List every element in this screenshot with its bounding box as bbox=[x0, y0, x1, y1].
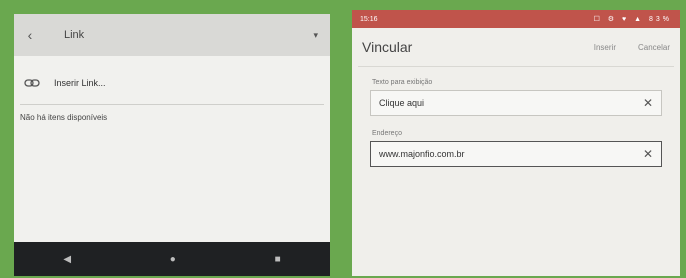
display-text-value: Clique aqui bbox=[379, 98, 425, 108]
insert-button[interactable]: Inserir bbox=[594, 43, 616, 52]
nav-recent-icon[interactable]: ■ bbox=[275, 254, 281, 265]
status-bar: 15:16 ☐ ⚙ ♥ ▲ 83% bbox=[352, 10, 680, 28]
link-dialog-screen: 15:16 ☐ ⚙ ♥ ▲ 83% Vincular Inserir Cance… bbox=[352, 10, 680, 276]
link-panel-title: Link bbox=[64, 29, 85, 41]
address-label: Endereço bbox=[372, 130, 402, 137]
display-text-label: Texto para exibição bbox=[372, 79, 433, 86]
divider bbox=[358, 66, 674, 67]
address-field[interactable]: www.majonfio.com.br ✕ bbox=[370, 141, 662, 167]
back-icon[interactable]: ‹ bbox=[14, 27, 46, 43]
insert-link-button[interactable]: Inserir Link... bbox=[14, 68, 330, 98]
link-panel-screen: ‹ Link ▾ Inserir Link... Não há itens di… bbox=[14, 14, 330, 276]
nav-back-icon[interactable]: ◀ bbox=[63, 254, 71, 265]
empty-message: Não há itens disponíveis bbox=[20, 113, 108, 122]
link-icon bbox=[24, 76, 42, 90]
clear-icon[interactable]: ✕ bbox=[643, 147, 653, 161]
clear-icon[interactable]: ✕ bbox=[643, 96, 653, 110]
status-icons: ☐ ⚙ ♥ ▲ 83% bbox=[593, 16, 672, 23]
dialog-title: Vincular bbox=[362, 39, 413, 55]
link-panel-header: ‹ Link ▾ bbox=[14, 14, 330, 56]
nav-home-icon[interactable]: ● bbox=[170, 254, 176, 265]
cancel-button[interactable]: Cancelar bbox=[638, 43, 670, 52]
insert-link-label: Inserir Link... bbox=[54, 78, 106, 88]
display-text-field[interactable]: Clique aqui ✕ bbox=[370, 90, 662, 116]
dialog-header: Vincular Inserir Cancelar bbox=[352, 28, 680, 66]
android-nav-bar: ◀ ● ■ bbox=[14, 242, 330, 276]
dropdown-caret-icon[interactable]: ▾ bbox=[313, 30, 318, 41]
status-time: 15:16 bbox=[360, 15, 378, 23]
address-value: www.majonfio.com.br bbox=[379, 149, 465, 159]
